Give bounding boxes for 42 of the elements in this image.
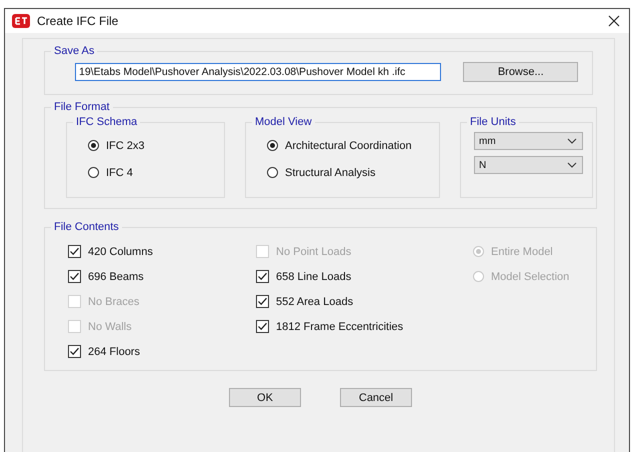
file-path-field[interactable]: 19\Etabs Model\Pushover Analysis\2022.03.08\Pushover Model kh .ifc bbox=[75, 63, 442, 81]
radio-button[interactable] bbox=[88, 140, 99, 151]
option-label: Model Selection bbox=[491, 270, 570, 282]
checkbox[interactable] bbox=[256, 270, 269, 283]
checkbox-label: No Braces bbox=[88, 296, 140, 308]
units-dropdown[interactable]: mm bbox=[474, 132, 583, 150]
option-label: IFC 2x3 bbox=[106, 140, 145, 152]
checkbox[interactable] bbox=[68, 270, 81, 283]
checkbox[interactable] bbox=[256, 320, 269, 333]
group-label: Model View bbox=[254, 116, 313, 128]
radio-button[interactable] bbox=[88, 167, 99, 178]
option-label: Entire Model bbox=[491, 246, 553, 258]
option-label: IFC 4 bbox=[106, 166, 133, 178]
group-label: IFC Schema bbox=[75, 116, 138, 128]
option-label: Structural Analysis bbox=[285, 166, 376, 178]
dialog-button[interactable]: OK bbox=[229, 388, 301, 407]
chevron-down-icon[interactable] bbox=[567, 138, 577, 144]
checkbox-label: 264 Floors bbox=[88, 346, 140, 358]
dialog-button[interactable]: Cancel bbox=[340, 388, 412, 407]
radio-button[interactable] bbox=[267, 167, 278, 178]
group-label: File Format bbox=[53, 101, 111, 113]
group-label: File Contents bbox=[53, 221, 120, 233]
group-label: Save As bbox=[53, 45, 96, 57]
checkbox-label: 420 Columns bbox=[88, 246, 153, 258]
checkbox[interactable] bbox=[68, 245, 81, 258]
units-dropdown[interactable]: N bbox=[474, 156, 583, 174]
checkbox-label: 552 Area Loads bbox=[276, 296, 354, 308]
checkbox-label: 1812 Frame Eccentricities bbox=[276, 320, 404, 332]
option-label: Architectural Coordination bbox=[285, 140, 412, 152]
checkbox[interactable] bbox=[256, 295, 269, 308]
checkbox[interactable] bbox=[68, 345, 81, 358]
window-title: Create IFC File bbox=[37, 14, 118, 28]
radio-button[interactable] bbox=[267, 140, 278, 151]
browse-button[interactable]: Browse... bbox=[463, 62, 578, 82]
checkbox-label: No Point Loads bbox=[276, 246, 352, 258]
checkbox-label: 696 Beams bbox=[88, 270, 144, 282]
group-label: File Units bbox=[469, 116, 517, 128]
close-icon[interactable] bbox=[608, 15, 620, 27]
chevron-down-icon[interactable] bbox=[567, 162, 577, 168]
checkbox-label: No Walls bbox=[88, 320, 132, 332]
checkbox-label: 658 Line Loads bbox=[276, 270, 352, 282]
app-logo-icon bbox=[12, 14, 30, 28]
